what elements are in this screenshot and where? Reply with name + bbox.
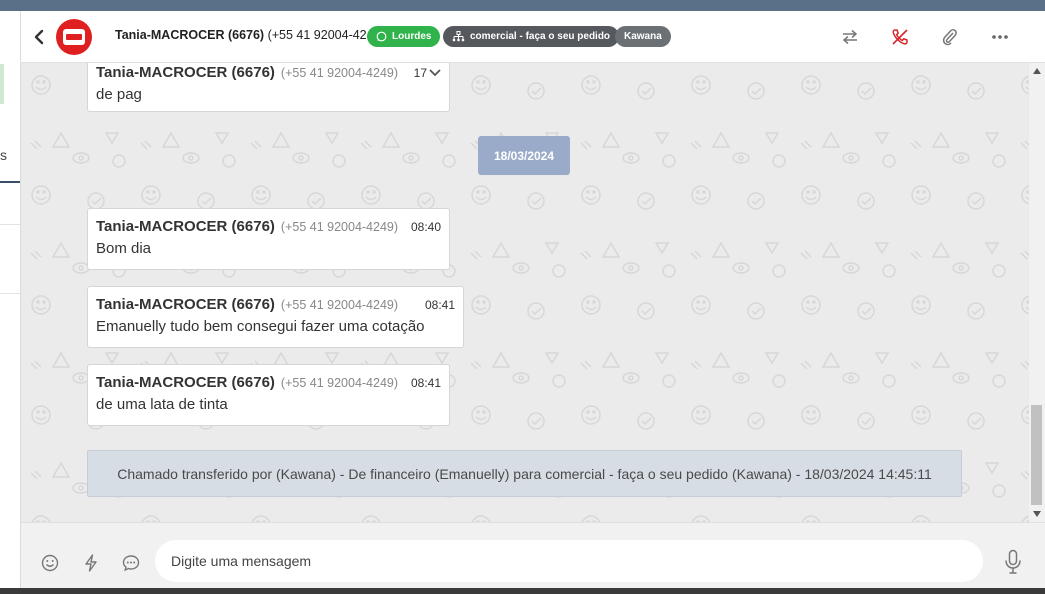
transfer-icon[interactable] (838, 25, 862, 49)
tag-agent[interactable]: Lourdes (367, 26, 441, 47)
message-text: de uma lata de tinta (96, 396, 228, 413)
message-bubble[interactable]: Tania-MACROCER (6676) (+55 41 92004-4249… (87, 364, 450, 426)
sidebar-divider (0, 293, 20, 294)
message-time: 08:41 (410, 376, 441, 390)
chevron-down-icon[interactable] (429, 69, 441, 77)
message-bubble[interactable]: Tania-MACROCER (6676) (+55 41 92004-4249… (87, 63, 450, 112)
message-text: Emanuelly tudo bem consegui fazer uma co… (96, 318, 425, 335)
message-sender: Tania-MACROCER (6676) (96, 64, 275, 81)
date-divider: 18/03/2024 (478, 136, 570, 175)
sitemap-icon (452, 31, 465, 42)
tag-department-label: comercial - faça o seu pedido (470, 31, 611, 42)
tag-user[interactable]: Kawana (615, 26, 671, 47)
message-input[interactable] (155, 540, 983, 582)
contact-name: Tania-MACROCER (6676) (115, 28, 265, 42)
whatsapp-icon (376, 31, 387, 42)
message-time: 08:41 (424, 298, 455, 312)
emoji-icon[interactable] (39, 552, 61, 574)
message-bubble[interactable]: Tania-MACROCER (6676) (+55 41 92004-4249… (87, 208, 450, 270)
scroll-down-arrow-icon[interactable] (1033, 511, 1041, 517)
message-bubble[interactable]: Tania-MACROCER (6676) (+55 41 92004-4249… (87, 286, 464, 348)
more-icon[interactable] (988, 25, 1012, 49)
message-sender: Tania-MACROCER (6676) (96, 374, 275, 391)
message-phone: (+55 41 92004-4249) (280, 220, 399, 234)
message-time: 17 (413, 66, 427, 80)
chat-bubble-icon[interactable] (120, 552, 142, 574)
message-phone: (+55 41 92004-4249) (280, 376, 399, 390)
back-arrow-icon[interactable] (30, 25, 48, 49)
message-time: 08:40 (410, 220, 441, 234)
contact-avatar[interactable] (56, 19, 92, 55)
selected-conversation-marker (0, 64, 4, 104)
tag-agent-label: Lourdes (392, 31, 432, 42)
sidebar-divider (0, 224, 20, 225)
message-composer (21, 522, 1045, 588)
contact-title: Tania-MACROCER (6676) (+55 41 92004-4249… (115, 28, 385, 42)
sidebar-tab-underline (0, 181, 20, 183)
chat-header: Tania-MACROCER (6676) (+55 41 92004-4249… (21, 11, 1045, 63)
conversation-list-pane: s (0, 11, 21, 594)
message-sender: Tania-MACROCER (6676) (96, 296, 275, 313)
scrollbar-thumb[interactable] (1031, 405, 1042, 505)
window-top-strip (0, 0, 1045, 11)
window-bottom-strip (0, 588, 1045, 594)
attachment-icon[interactable] (938, 25, 962, 49)
message-phone: (+55 41 92004-4249) (280, 66, 399, 80)
tag-department[interactable]: comercial - faça o seu pedido (443, 26, 620, 47)
logo-icon (63, 29, 85, 45)
message-text: Bom dia (96, 240, 152, 257)
microphone-icon[interactable] (1002, 548, 1024, 576)
tag-user-label: Kawana (624, 31, 662, 42)
chat-messages-area[interactable]: Tania-MACROCER (6676) (+55 41 92004-4249… (21, 63, 1029, 522)
scroll-up-arrow-icon[interactable] (1033, 68, 1041, 74)
sidebar-tab-label[interactable]: s (0, 147, 7, 163)
chat-scrollbar[interactable] (1029, 63, 1045, 522)
lightning-icon[interactable] (80, 552, 102, 574)
message-text: de pag (96, 86, 142, 103)
end-call-icon[interactable] (888, 25, 912, 49)
message-sender: Tania-MACROCER (6676) (96, 218, 275, 235)
system-transfer-message: Chamado transferido por (Kawana) - De fi… (87, 450, 962, 497)
message-phone: (+55 41 92004-4249) (280, 298, 399, 312)
